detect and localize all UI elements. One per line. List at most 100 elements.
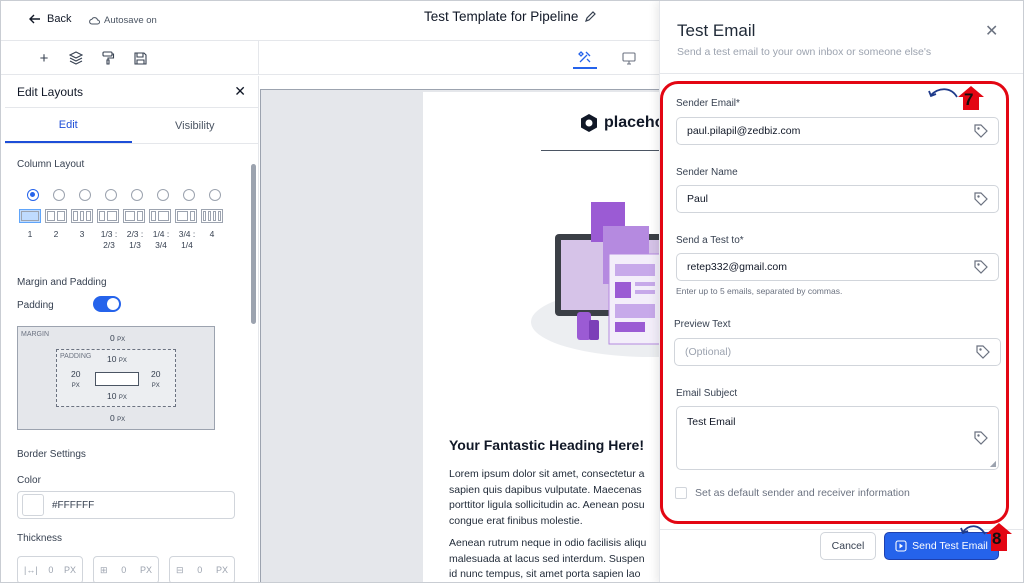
thickness-unit: PX <box>139 565 152 575</box>
desktop-preview-button[interactable] <box>617 47 641 69</box>
email-logo[interactable]: placeho <box>579 113 663 133</box>
margin-padding-label: Margin and Padding <box>17 277 107 288</box>
step-8-number: 8 <box>992 529 1002 548</box>
save-button[interactable] <box>131 49 149 67</box>
save-icon <box>133 51 147 65</box>
curved-arrow-icon <box>928 88 958 98</box>
add-block-button[interactable]: + <box>35 49 53 67</box>
design-view-button[interactable] <box>573 47 597 69</box>
column-radio-1[interactable] <box>27 189 39 201</box>
column-label-6: 1/4 : 3/4 <box>152 229 170 250</box>
thickness-left-value: 0 <box>48 565 54 575</box>
column-label-7: 3/4 : 1/4 <box>178 229 196 250</box>
toolbar: + <box>1 41 659 75</box>
thickness-right-value: 0 <box>197 565 203 575</box>
editor-canvas: placeho Your Fantastic Heading Here! Lor… <box>260 89 663 582</box>
layers-button[interactable] <box>67 49 85 67</box>
tab-visibility[interactable]: Visibility <box>132 108 259 143</box>
margin-box-label: MARGIN <box>21 331 49 338</box>
column-label-5: 2/3 : 1/3 <box>126 229 144 250</box>
thickness-unit: PX <box>215 565 228 575</box>
column-preview-1[interactable] <box>19 209 41 223</box>
column-layout-previews <box>19 209 223 223</box>
plus-icon: + <box>39 49 49 67</box>
column-label-4: 1/3 : 2/3 <box>100 229 118 250</box>
step-7-number: 7 <box>964 90 974 109</box>
margin-bottom-value[interactable]: 0 PX <box>110 413 125 423</box>
padding-box-label: PADDING <box>60 353 92 360</box>
back-button[interactable]: Back <box>29 13 71 25</box>
column-layout-radios <box>27 189 221 201</box>
thickness-left-input[interactable]: |↔| 0 PX <box>17 556 83 582</box>
style-button[interactable] <box>99 49 117 67</box>
modal-divider <box>660 73 1023 74</box>
close-modal-icon[interactable]: ✕ <box>985 21 998 41</box>
email-paragraph-2[interactable]: Aenean rutrum neque in odio facilisis al… <box>449 536 663 582</box>
thickness-unit: PX <box>63 565 76 575</box>
column-label-1: 1 <box>27 229 33 239</box>
hexagon-logo-icon <box>581 114 597 132</box>
column-radio-5[interactable] <box>131 189 143 201</box>
cloud-icon <box>89 17 100 25</box>
logo-text: placeho <box>604 114 663 131</box>
logo-divider <box>541 150 663 151</box>
thickness-right-input[interactable]: ⊟ 0 PX <box>169 556 235 582</box>
padding-top-value[interactable]: 10 PX <box>107 354 127 364</box>
border-settings-label: Border Settings <box>17 449 86 460</box>
thickness-middle-value: 0 <box>121 565 127 575</box>
hero-illustration[interactable] <box>531 192 663 362</box>
column-radio-6[interactable] <box>157 189 169 201</box>
color-swatch[interactable] <box>22 494 44 516</box>
layers-icon <box>69 51 83 65</box>
view-toggle <box>573 47 641 69</box>
thickness-middle-input[interactable]: ⊞ 0 PX <box>93 556 159 582</box>
panel-scrollbar[interactable] <box>251 164 256 324</box>
column-radio-3[interactable] <box>79 189 91 201</box>
paint-roller-icon <box>102 51 115 65</box>
cancel-button[interactable]: Cancel <box>820 532 876 560</box>
column-preview-8[interactable] <box>201 209 223 223</box>
document-title-text: Test Template for Pipeline <box>424 9 579 24</box>
close-panel-icon[interactable]: ✕ <box>234 83 246 100</box>
column-label-3: 3 <box>79 229 85 239</box>
document-title: Test Template for Pipeline <box>424 9 597 24</box>
border-color-value: #FFFFFF <box>52 499 95 511</box>
column-preview-7[interactable] <box>175 209 197 223</box>
border-left-icon: |↔| <box>24 565 38 575</box>
border-color-field[interactable]: #FFFFFF <box>17 491 235 519</box>
padding-bottom-value[interactable]: 10 PX <box>107 391 127 401</box>
column-preview-6[interactable] <box>149 209 171 223</box>
padding-toggle[interactable] <box>93 296 121 312</box>
column-radio-2[interactable] <box>53 189 65 201</box>
panel-header: Edit Layouts ✕ <box>5 76 258 108</box>
send-test-email-label: Send Test Email <box>912 540 988 552</box>
column-radio-7[interactable] <box>183 189 195 201</box>
email-preview: placeho Your Fantastic Heading Here! Lor… <box>423 92 663 582</box>
column-preview-3[interactable] <box>71 209 93 223</box>
color-label: Color <box>17 475 41 486</box>
email-paragraph-1[interactable]: Lorem ipsum dolor sit amet, consectetur … <box>449 467 663 529</box>
autosave-status: Autosave on <box>89 15 157 26</box>
send-icon <box>895 540 907 552</box>
tab-edit[interactable]: Edit <box>5 108 132 143</box>
padding-box: PADDING 10 PX 20 PX 20 PX 10 PX <box>56 349 176 407</box>
autosave-label: Autosave on <box>104 15 157 26</box>
back-label: Back <box>47 13 72 25</box>
column-preview-2[interactable] <box>45 209 67 223</box>
column-preview-5[interactable] <box>123 209 145 223</box>
modal-title: Test Email <box>677 21 756 40</box>
column-label-2: 2 <box>53 229 59 239</box>
margin-top-value[interactable]: 0 PX <box>110 333 125 343</box>
column-radio-4[interactable] <box>105 189 117 201</box>
edit-layouts-panel: Edit Layouts ✕ Edit Visibility Column La… <box>5 76 259 582</box>
email-heading[interactable]: Your Fantastic Heading Here! <box>449 437 644 453</box>
padding-right-value[interactable]: 20 PX <box>151 369 160 391</box>
column-radio-8[interactable] <box>209 189 221 201</box>
column-layout-label: Column Layout <box>17 159 85 170</box>
pencil-icon[interactable] <box>584 10 597 23</box>
panel-title: Edit Layouts <box>17 84 84 99</box>
padding-label: Padding <box>17 300 54 311</box>
column-preview-4[interactable] <box>97 209 119 223</box>
arrow-left-icon <box>29 14 40 24</box>
padding-left-value[interactable]: 20 PX <box>71 369 80 391</box>
